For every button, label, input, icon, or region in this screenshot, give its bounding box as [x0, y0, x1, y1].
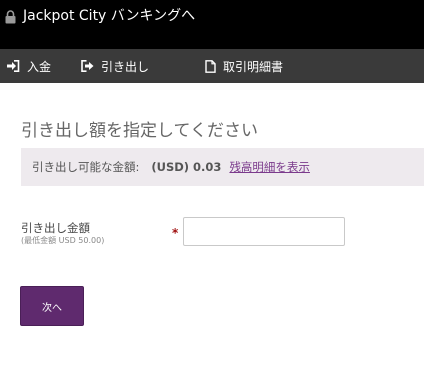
nav-history-label: 取引明細書: [223, 59, 284, 74]
nav-item-deposit[interactable]: 入金: [7, 49, 51, 83]
amount-label: 引き出し金額: [21, 221, 90, 235]
available-amount-value: (USD) 0.03: [151, 160, 222, 174]
lock-icon: [5, 10, 16, 24]
next-button[interactable]: 次へ: [20, 286, 84, 326]
withdraw-icon: [81, 60, 94, 72]
amount-hint: (最低金額 USD 50.00): [21, 236, 105, 245]
nav-bar: 入金 引き出し 取引明細書: [0, 49, 424, 83]
nav-withdraw-label: 引き出し: [101, 59, 150, 74]
balance-details-link[interactable]: 残高明細を表示: [229, 159, 310, 175]
available-amount-bar: 引き出し可能な金額: (USD) 0.03 残高明細を表示: [21, 148, 424, 186]
section-heading: 引き出し額を指定してください: [21, 121, 258, 141]
amount-input[interactable]: [183, 217, 345, 246]
deposit-icon: [7, 60, 20, 72]
nav-deposit-label: 入金: [27, 59, 52, 74]
page-title: Jackpot City バンキングへ: [23, 8, 196, 24]
available-amount-label: 引き出し可能な金額:: [32, 160, 140, 174]
document-icon: [205, 59, 216, 73]
required-marker: *: [172, 226, 179, 240]
nav-item-withdraw[interactable]: 引き出し: [81, 49, 149, 83]
nav-item-history[interactable]: 取引明細書: [205, 49, 283, 83]
title-bar: Jackpot City バンキングへ: [0, 0, 424, 49]
